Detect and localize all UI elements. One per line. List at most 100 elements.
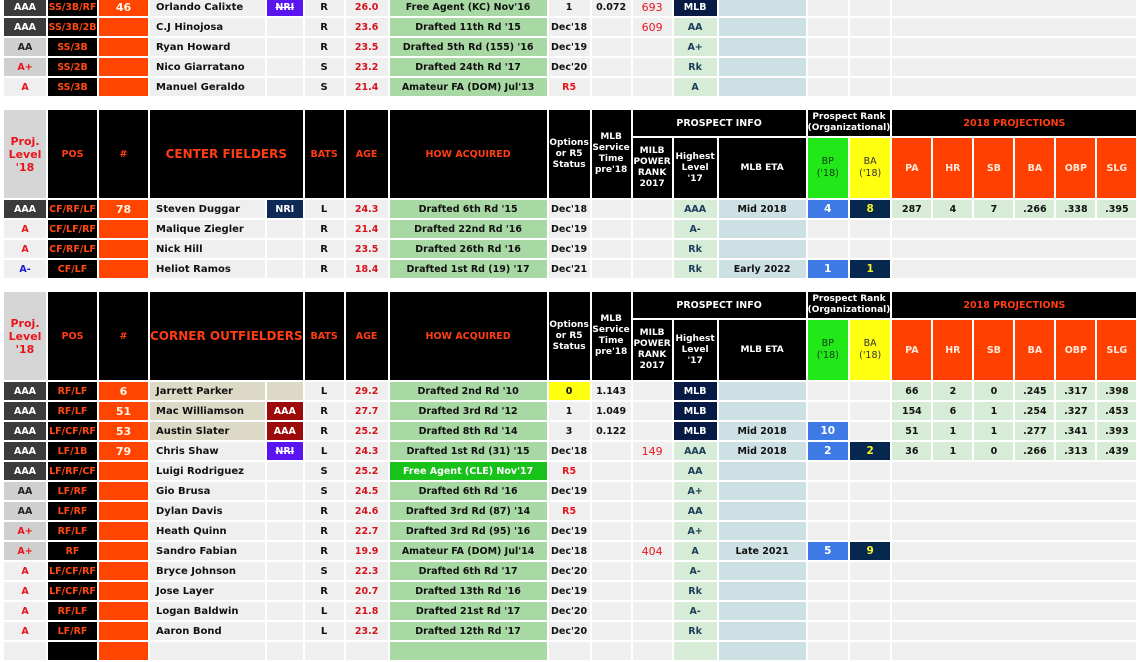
how-acquired: Drafted 22nd Rd '16 bbox=[389, 220, 547, 238]
age: 20.7 bbox=[345, 582, 388, 600]
player-row[interactable]: A LF/CF/RF Bryce Johnson S 22.3 Drafted 6th R… bbox=[4, 562, 1137, 580]
player-name[interactable] bbox=[150, 642, 265, 660]
mlb-eta bbox=[718, 38, 806, 56]
status-badge bbox=[266, 220, 303, 238]
projections-empty bbox=[892, 522, 1137, 540]
jersey-number bbox=[99, 562, 148, 580]
ba-rank: 8 bbox=[849, 200, 891, 218]
player-row[interactable]: AA SS/3B Ryan Howard R 23.5 Drafted 5th Rd (1… bbox=[4, 38, 1137, 56]
player-row[interactable]: A+ RF Sandro Fabian R 19.9 Amateur FA (DOM) J… bbox=[4, 542, 1137, 560]
bp-rank bbox=[807, 482, 848, 500]
header-proj-slg: SLG bbox=[1097, 320, 1137, 380]
header-projections: 2018 PROJECTIONS bbox=[892, 110, 1137, 136]
player-name[interactable]: Aaron Bond bbox=[150, 622, 265, 640]
age: 24.3 bbox=[345, 200, 388, 218]
player-row[interactable]: A RF/LF Logan Baldwin L 21.8 Drafted 21st Rd … bbox=[4, 602, 1137, 620]
bats: L bbox=[304, 622, 344, 640]
jersey-number: 46 bbox=[99, 0, 148, 16]
player-name[interactable]: Dylan Davis bbox=[150, 502, 265, 520]
player-name[interactable]: Nico Giarratano bbox=[150, 58, 265, 76]
player-name[interactable]: C.J Hinojosa bbox=[150, 18, 265, 36]
service-time bbox=[591, 260, 631, 278]
header-power-rank: MILB POWER RANK 2017 bbox=[632, 320, 672, 380]
player-row[interactable] bbox=[4, 642, 1137, 660]
player-name[interactable]: Ryan Howard bbox=[150, 38, 265, 56]
header-number: # bbox=[99, 292, 148, 380]
section-title: CORNER OUTFIELDERS bbox=[150, 292, 303, 380]
player-name[interactable]: Heliot Ramos bbox=[150, 260, 265, 278]
options-status: Dec'19 bbox=[548, 582, 590, 600]
player-name[interactable]: Bryce Johnson bbox=[150, 562, 265, 580]
projections-empty bbox=[892, 18, 1137, 36]
player-name[interactable]: Chris Shaw bbox=[150, 442, 265, 460]
player-name[interactable]: Gio Brusa bbox=[150, 482, 265, 500]
player-row[interactable]: A SS/3B Manuel Geraldo S 21.4 Amateur FA (DOM… bbox=[4, 78, 1137, 96]
player-row[interactable]: AAA RF/LF 51 Mac Williamson AAA R 27.7 Drafted … bbox=[4, 402, 1137, 420]
player-row[interactable]: AAA SS/3B/RF 46 Orlando Calixte NRI R 26.0 Free… bbox=[4, 0, 1137, 16]
proj-slg: .439 bbox=[1097, 442, 1137, 460]
player-name[interactable]: Manuel Geraldo bbox=[150, 78, 265, 96]
player-name[interactable]: Heath Quinn bbox=[150, 522, 265, 540]
options-status: Dec'18 bbox=[548, 200, 590, 218]
player-row[interactable]: AAA CF/RF/LF 78 Steven Duggar NRI L 24.3 Drafte… bbox=[4, 200, 1137, 218]
player-row[interactable]: A CF/RF/LF Nick Hill R 23.5 Drafted 26th Rd '… bbox=[4, 240, 1137, 258]
player-name[interactable]: Luigi Rodriguez bbox=[150, 462, 265, 480]
roster-table: AAA SS/3B/RF 46 Orlando Calixte NRI R 26.0 Free… bbox=[2, 0, 1138, 662]
proj-level: A+ bbox=[4, 542, 46, 560]
mlb-eta bbox=[718, 462, 806, 480]
status-badge bbox=[266, 562, 303, 580]
header-proj-sb: SB bbox=[974, 320, 1014, 380]
player-name[interactable]: Malique Ziegler bbox=[150, 220, 265, 238]
player-row[interactable]: A- CF/LF Heliot Ramos R 18.4 Drafted 1st Rd (… bbox=[4, 260, 1137, 278]
position: LF/RF/CF bbox=[48, 462, 97, 480]
proj-pa: 66 bbox=[892, 382, 932, 400]
player-row[interactable]: AAA RF/LF 6 Jarrett Parker L 29.2 Drafted 2nd … bbox=[4, 382, 1137, 400]
player-row[interactable]: A LF/RF Aaron Bond L 23.2 Drafted 12th Rd '17… bbox=[4, 622, 1137, 640]
power-rank bbox=[632, 622, 672, 640]
service-time: 0.122 bbox=[591, 422, 631, 440]
age: 25.2 bbox=[345, 422, 388, 440]
ba-rank bbox=[849, 78, 891, 96]
player-row[interactable]: A+ SS/2B Nico Giarratano S 23.2 Drafted 24th … bbox=[4, 58, 1137, 76]
proj-ba: .245 bbox=[1015, 382, 1055, 400]
player-name[interactable]: Steven Duggar bbox=[150, 200, 265, 218]
player-name[interactable]: Orlando Calixte bbox=[150, 0, 265, 16]
player-row[interactable]: AAA SS/3B/2B C.J Hinojosa R 23.6 Drafted 11th… bbox=[4, 18, 1137, 36]
mlb-eta bbox=[718, 642, 806, 660]
player-name[interactable]: Sandro Fabian bbox=[150, 542, 265, 560]
header-mlb-eta: MLB ETA bbox=[718, 138, 806, 198]
player-row[interactable]: A+ RF/LF Heath Quinn R 22.7 Drafted 3rd Rd (9… bbox=[4, 522, 1137, 540]
position: LF/CF/RF bbox=[48, 562, 97, 580]
player-name[interactable]: Austin Slater bbox=[150, 422, 265, 440]
proj-pa: 287 bbox=[892, 200, 932, 218]
highest-level: AAA bbox=[673, 200, 717, 218]
player-row[interactable]: AAA LF/1B 79 Chris Shaw NRI L 24.3 Drafted 1st … bbox=[4, 442, 1137, 460]
proj-sb: 1 bbox=[974, 422, 1014, 440]
player-row[interactable]: AAA LF/CF/RF 53 Austin Slater AAA R 25.2 Drafte… bbox=[4, 422, 1137, 440]
ba-rank bbox=[849, 562, 891, 580]
player-name[interactable]: Jarrett Parker bbox=[150, 382, 265, 400]
service-time bbox=[591, 642, 631, 660]
mlb-eta bbox=[718, 402, 806, 420]
how-acquired: Drafted 13th Rd '16 bbox=[389, 582, 547, 600]
player-name[interactable]: Logan Baldwin bbox=[150, 602, 265, 620]
ba-rank bbox=[849, 422, 891, 440]
options-status: R5 bbox=[548, 502, 590, 520]
proj-level: AAA bbox=[4, 0, 46, 16]
player-name[interactable]: Jose Layer bbox=[150, 582, 265, 600]
player-row[interactable]: AA LF/RF Dylan Davis R 24.6 Drafted 3rd Rd (8… bbox=[4, 502, 1137, 520]
player-name[interactable]: Mac Williamson bbox=[150, 402, 265, 420]
options-status: Dec'19 bbox=[548, 482, 590, 500]
player-row[interactable]: AAA LF/RF/CF Luigi Rodriguez S 25.2 Free Agen… bbox=[4, 462, 1137, 480]
player-row[interactable]: A LF/CF/RF Jose Layer R 20.7 Drafted 13th Rd … bbox=[4, 582, 1137, 600]
header-bp-rank: BP ('18) bbox=[807, 138, 848, 198]
player-row[interactable]: A CF/LF/RF Malique Ziegler R 21.4 Drafted 22n… bbox=[4, 220, 1137, 238]
projections-empty bbox=[892, 58, 1137, 76]
proj-level: AA bbox=[4, 502, 46, 520]
player-row[interactable]: AA LF/RF Gio Brusa S 24.5 Drafted 6th Rd '16 D… bbox=[4, 482, 1137, 500]
proj-level: AAA bbox=[4, 422, 46, 440]
bats: S bbox=[304, 562, 344, 580]
player-name[interactable]: Nick Hill bbox=[150, 240, 265, 258]
how-acquired: Drafted 6th Rd '15 bbox=[389, 200, 547, 218]
mlb-eta bbox=[718, 78, 806, 96]
